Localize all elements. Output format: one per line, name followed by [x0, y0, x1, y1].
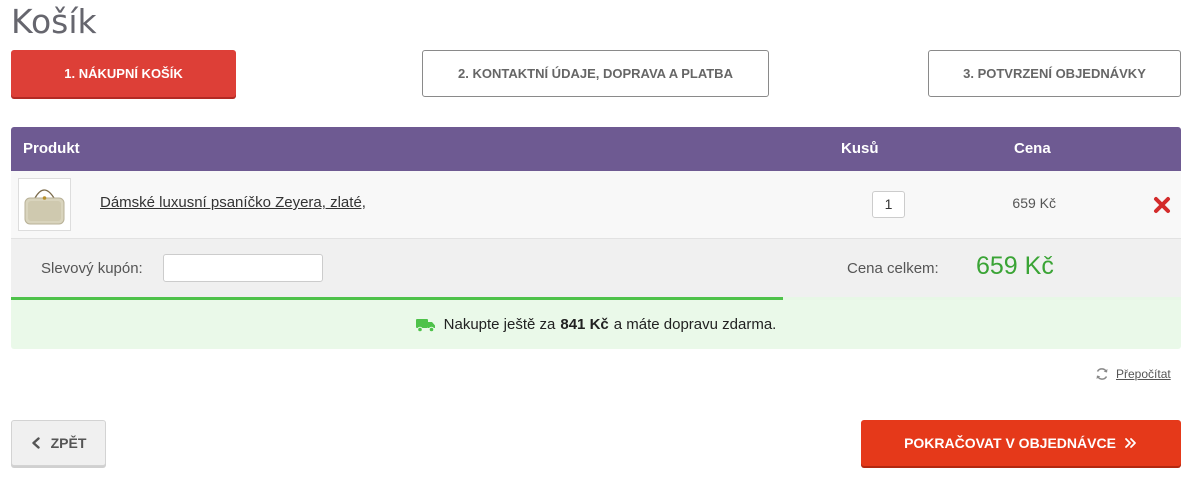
truck-icon	[415, 318, 435, 332]
free-shipping-notice: Nakupte ještě za 841 Kč a máte dopravu z…	[11, 300, 1181, 349]
page-title: Košík	[11, 2, 97, 41]
shipping-remaining-amount: 841 Kč	[560, 316, 609, 333]
cart-item-row: Dámské luxusní psaníčko Zeyera, zlaté, 1…	[11, 171, 1181, 239]
total-price: 659 Kč	[976, 252, 1054, 280]
continue-button-label: POKRAČOVAT V OBJEDNÁVCE	[904, 435, 1116, 451]
chevron-left-icon	[31, 437, 40, 449]
recalculate-label[interactable]: Přepočítat	[1116, 367, 1171, 381]
back-button[interactable]: ZPĚT	[11, 420, 106, 466]
step-cart[interactable]: 1. Nákupní košík	[11, 50, 236, 97]
refresh-icon	[1096, 368, 1108, 380]
back-button-label: ZPĚT	[50, 435, 87, 451]
item-price: 659 Kč	[1012, 195, 1056, 211]
remove-item-icon[interactable]	[1152, 195, 1172, 215]
column-header-qty: Kusů	[841, 140, 879, 157]
column-header-product: Produkt	[23, 140, 80, 157]
handbag-icon	[19, 179, 70, 230]
recalculate-link[interactable]: Přepočítat	[1095, 367, 1171, 381]
coupon-input[interactable]	[163, 254, 323, 282]
product-thumbnail[interactable]	[18, 178, 71, 231]
quantity-input[interactable]: 1	[872, 191, 905, 218]
step-contact-shipping[interactable]: 2. Kontaktní údaje, doprava a platba	[422, 50, 769, 97]
column-header-price: Cena	[1014, 140, 1051, 157]
continue-order-button[interactable]: POKRAČOVAT V OBJEDNÁVCE	[861, 420, 1181, 466]
cart-summary: Slevový kupón: Cena celkem: 659 Kč	[11, 239, 1181, 299]
coupon-label: Slevový kupón:	[41, 260, 143, 277]
shipping-text-before: Nakupte ještě za	[443, 316, 556, 333]
total-label: Cena celkem:	[847, 260, 939, 277]
shipping-text-after: a máte dopravu zdarma.	[613, 316, 777, 333]
double-chevron-right-icon	[1125, 438, 1136, 448]
cart-table-header: Produkt Kusů Cena	[11, 127, 1181, 171]
step-confirmation[interactable]: 3. Potvrzení objednávky	[928, 50, 1181, 97]
product-name-link[interactable]: Dámské luxusní psaníčko Zeyera, zlaté,	[100, 194, 366, 211]
